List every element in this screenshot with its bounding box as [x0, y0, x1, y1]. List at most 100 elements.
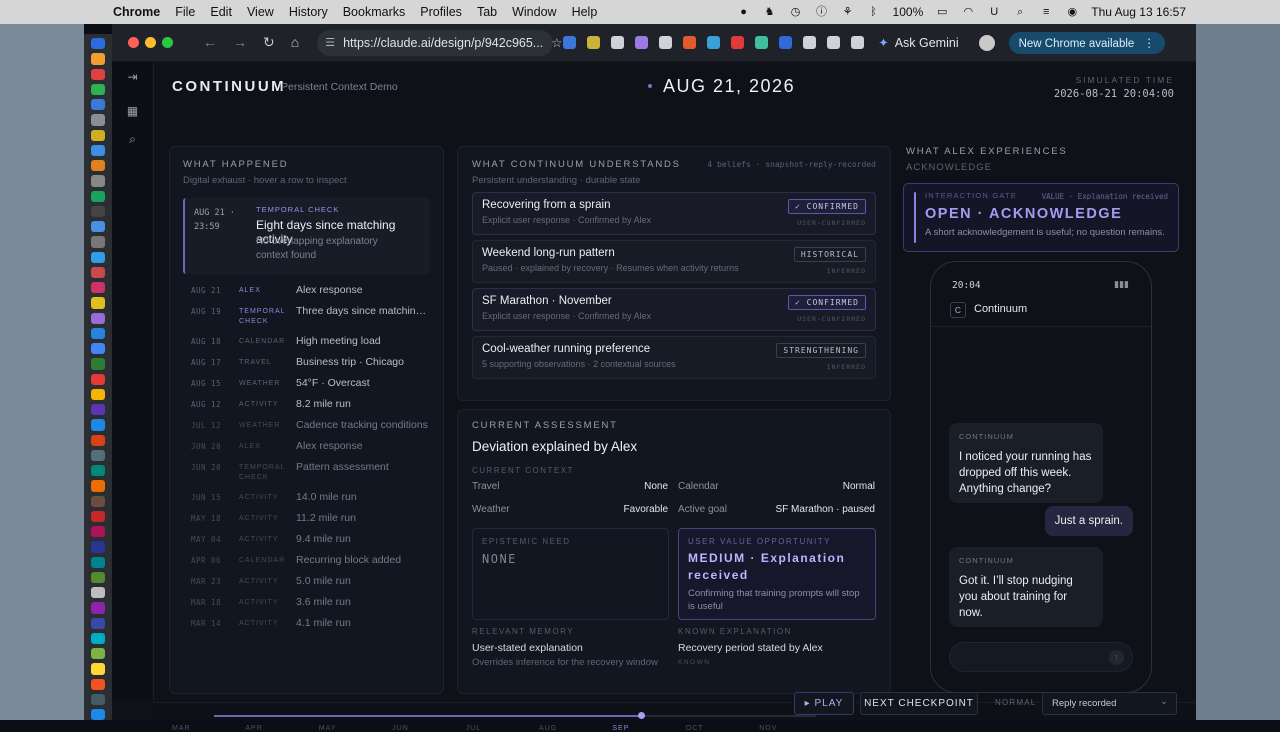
- event-row[interactable]: JUL 12 WEATHER Cadence tracking conditions: [183, 417, 430, 438]
- send-arrow-icon[interactable]: ↑: [1109, 650, 1124, 665]
- dock-app-icon[interactable]: [91, 709, 105, 721]
- grid-view-icon[interactable]: ▦: [127, 104, 138, 118]
- event-row[interactable]: AUG 15 WEATHER 54°F · Overcast: [183, 375, 430, 396]
- dock-app-icon[interactable]: [91, 297, 105, 309]
- dock-app-icon[interactable]: [91, 129, 105, 141]
- snapshot-select[interactable]: Reply recorded ⌄: [1042, 692, 1177, 715]
- event-row[interactable]: AUG 12 ACTIVITY 8.2 mile run: [183, 396, 430, 417]
- extension-icon[interactable]: [827, 36, 841, 49]
- dock-app-icon[interactable]: [91, 205, 105, 217]
- site-settings-icon[interactable]: ☰: [325, 36, 335, 49]
- wifi-icon[interactable]: ◠: [961, 6, 975, 18]
- dock-app-icon[interactable]: [91, 160, 105, 172]
- menubar-clock[interactable]: Thu Aug 13 16:57: [1091, 5, 1186, 19]
- dock-app-icon[interactable]: [91, 373, 105, 385]
- dock-app-icon[interactable]: [91, 83, 105, 95]
- close-window-icon[interactable]: [128, 37, 139, 48]
- menu-history[interactable]: History: [289, 5, 328, 19]
- dock-app-icon[interactable]: [91, 602, 105, 614]
- forward-icon[interactable]: →: [233, 34, 247, 51]
- new-chrome-available-button[interactable]: New Chrome available ⋮: [1008, 31, 1165, 54]
- dock-app-icon[interactable]: [91, 465, 105, 477]
- dock-app-icon[interactable]: [91, 38, 105, 50]
- menu-app-name[interactable]: Chrome: [113, 5, 160, 19]
- menu-profiles[interactable]: Profiles: [420, 5, 462, 19]
- url-text[interactable]: https://claude.ai/design/p/942c965...: [343, 36, 543, 50]
- dock-app-icon[interactable]: [91, 556, 105, 568]
- event-row[interactable]: MAR 18 ACTIVITY 3.6 mile run: [183, 594, 430, 615]
- siri-icon[interactable]: ◉: [1065, 6, 1079, 18]
- dock-app-icon[interactable]: [91, 388, 105, 400]
- menu-help[interactable]: Help: [572, 5, 598, 19]
- dock-app-icon[interactable]: [91, 617, 105, 629]
- dock-app-icon[interactable]: [91, 404, 105, 416]
- event-row[interactable]: AUG 18 CALENDAR High meeting load: [183, 333, 430, 354]
- time-machine-icon[interactable]: ◷: [789, 6, 803, 18]
- spotlight-search-icon[interactable]: ⌕: [1013, 6, 1027, 18]
- event-row[interactable]: JUN 20 ALEX Alex response: [183, 438, 430, 459]
- dock-app-icon[interactable]: [91, 343, 105, 355]
- dock-app-icon[interactable]: [91, 449, 105, 461]
- dock-app-icon[interactable]: [91, 419, 105, 431]
- minimize-window-icon[interactable]: [145, 37, 156, 48]
- event-row[interactable]: MAY 04 ACTIVITY 9.4 mile run: [183, 531, 430, 552]
- extension-icon[interactable]: [803, 36, 817, 49]
- dock-app-icon[interactable]: [91, 68, 105, 80]
- dock-app-icon[interactable]: [91, 678, 105, 690]
- dock-app-icon[interactable]: [91, 312, 105, 324]
- maximize-window-icon[interactable]: [162, 37, 173, 48]
- event-row[interactable]: APR 06 CALENDAR Recurring block added: [183, 552, 430, 573]
- menu-window[interactable]: Window: [512, 5, 556, 19]
- event-row[interactable]: MAR 23 ACTIVITY 5.0 mile run: [183, 573, 430, 594]
- record-icon[interactable]: ●: [737, 6, 751, 18]
- dock-app-icon[interactable]: [91, 327, 105, 339]
- menu-view[interactable]: View: [247, 5, 274, 19]
- dock-app-icon[interactable]: [91, 526, 105, 538]
- belief-card[interactable]: SF Marathon · November Explicit user resp…: [472, 288, 876, 331]
- dock-app-icon[interactable]: [91, 495, 105, 507]
- dock-app-icon[interactable]: [91, 251, 105, 263]
- home-icon[interactable]: ⌂: [291, 34, 299, 51]
- search-view-icon[interactable]: ⌕: [129, 132, 136, 147]
- sidebar-toggle-icon[interactable]: ⇥: [127, 70, 137, 84]
- battery-icon[interactable]: ▭: [935, 6, 949, 18]
- dock-app-icon[interactable]: [91, 144, 105, 156]
- extension-status-icon[interactable]: ♞: [763, 6, 777, 18]
- extension-icon[interactable]: [659, 36, 673, 49]
- dock-app-icon[interactable]: [91, 221, 105, 233]
- dock-app-icon[interactable]: [91, 53, 105, 65]
- extension-icon[interactable]: [851, 36, 865, 49]
- dock-app-icon[interactable]: [91, 571, 105, 583]
- dock-app-icon[interactable]: [91, 541, 105, 553]
- back-icon[interactable]: ←: [203, 34, 217, 51]
- extension-icon[interactable]: [707, 36, 721, 49]
- next-checkpoint-button[interactable]: NEXT CHECKPOINT: [860, 692, 978, 715]
- menu-tab[interactable]: Tab: [477, 5, 497, 19]
- dock-app-icon[interactable]: [91, 175, 105, 187]
- reload-icon[interactable]: ↻: [263, 34, 275, 51]
- extension-icon[interactable]: [587, 36, 601, 49]
- event-row[interactable]: JUN 15 ACTIVITY 14.0 mile run: [183, 489, 430, 510]
- menu-file[interactable]: File: [175, 5, 195, 19]
- input-source-icon[interactable]: U: [987, 6, 1001, 18]
- airdrop-icon[interactable]: ⚘: [841, 6, 855, 18]
- profile-avatar[interactable]: [978, 34, 995, 51]
- dock-app-icon[interactable]: [91, 266, 105, 278]
- event-row[interactable]: AUG 19 TEMPORAL CHECK Three days since mat…: [183, 303, 431, 333]
- bookmark-star-icon[interactable]: ☆: [551, 35, 562, 50]
- dock-app-icon[interactable]: [91, 648, 105, 660]
- event-row[interactable]: AUG 17 TRAVEL Business trip · Chicago: [183, 354, 430, 375]
- dock-app-icon[interactable]: [91, 480, 105, 492]
- play-button[interactable]: ▸ PLAY: [794, 692, 854, 715]
- dock-app-icon[interactable]: [91, 693, 105, 705]
- dock-app-icon[interactable]: [91, 282, 105, 294]
- dock-app-icon[interactable]: [91, 99, 105, 111]
- event-row[interactable]: AUG 21 ALEX Alex response: [183, 282, 430, 303]
- extension-icon[interactable]: [731, 36, 745, 49]
- event-row[interactable]: MAR 14 ACTIVITY 4.1 mile run: [183, 615, 430, 636]
- belief-card[interactable]: Weekend long-run pattern Paused · explain…: [472, 240, 876, 283]
- belief-card[interactable]: Cool-weather running preference 5 support…: [472, 336, 876, 379]
- belief-card[interactable]: Recovering from a sprain Explicit user re…: [472, 192, 876, 235]
- dock-app-icon[interactable]: [91, 190, 105, 202]
- event-row[interactable]: MAY 18 ACTIVITY 11.2 mile run: [183, 510, 430, 531]
